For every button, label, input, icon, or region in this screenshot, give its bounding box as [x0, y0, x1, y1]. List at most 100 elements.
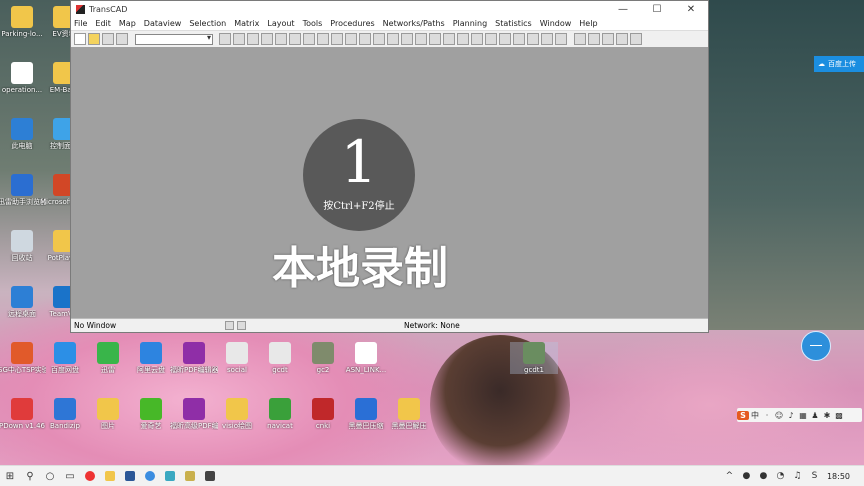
menu-layout[interactable]: Layout: [267, 19, 294, 28]
toolbar-tool-10-icon[interactable]: [345, 33, 357, 45]
taskbar-snip-icon[interactable]: [182, 468, 198, 484]
menu-matrix[interactable]: Matrix: [234, 19, 259, 28]
floating-assistant-ball[interactable]: [801, 331, 831, 361]
taskbar-word-icon[interactable]: [122, 468, 138, 484]
menu-networkspaths[interactable]: Networks/Paths: [383, 19, 445, 28]
layer-combo[interactable]: [135, 33, 213, 45]
punctuation-icon[interactable]: ·: [761, 411, 773, 420]
menu-dataview[interactable]: Dataview: [144, 19, 182, 28]
task-view-icon[interactable]: ▭: [62, 468, 78, 484]
tray-app1-icon[interactable]: ●: [740, 468, 753, 484]
desktop-icon[interactable]: 图片: [84, 398, 132, 430]
title-bar[interactable]: TransCAD — ☐ ✕: [71, 1, 708, 17]
toolbar-tool-30-icon[interactable]: [630, 33, 642, 45]
desktop-icon[interactable]: visio绘图: [213, 398, 261, 430]
menu-selection[interactable]: Selection: [189, 19, 226, 28]
toolbar-tool-9-icon[interactable]: [331, 33, 343, 45]
circle-icon[interactable]: ○: [42, 468, 58, 484]
ime-mode[interactable]: 中: [749, 410, 761, 421]
toolbar-tool-13-icon[interactable]: [387, 33, 399, 45]
desktop-icon[interactable]: 百度网盘: [41, 342, 89, 374]
toolbar-tool-17-icon[interactable]: [443, 33, 455, 45]
toolbar-tool-14-icon[interactable]: [401, 33, 413, 45]
taskbar-folder-icon[interactable]: [102, 468, 118, 484]
tools-icon[interactable]: ✱: [821, 411, 833, 420]
toolbar-tool-19-icon[interactable]: [471, 33, 483, 45]
desktop-icon[interactable]: navicat: [256, 398, 304, 430]
toolbar-tool-23-icon[interactable]: [527, 33, 539, 45]
keyboard-icon[interactable]: ▦: [797, 411, 809, 420]
toolbar-tool-4-icon[interactable]: [261, 33, 273, 45]
desktop-icon[interactable]: gcdt: [256, 342, 304, 374]
grid-icon[interactable]: ▩: [833, 411, 845, 420]
menu-window[interactable]: Window: [540, 19, 572, 28]
tray-ime-icon[interactable]: S: [808, 468, 821, 484]
status-btn-b-icon[interactable]: [237, 321, 246, 330]
taskbar-app-icon[interactable]: [162, 468, 178, 484]
tray-network-icon[interactable]: ◔: [774, 468, 787, 484]
windows-logo-icon[interactable]: ⊞: [2, 468, 18, 484]
save-icon[interactable]: [102, 33, 114, 45]
menu-planning[interactable]: Planning: [453, 19, 487, 28]
open-folder-icon[interactable]: [88, 33, 100, 45]
new-file-icon[interactable]: [74, 33, 86, 45]
desktop-icon[interactable]: Bandizip: [41, 398, 89, 430]
toolbar-tool-6-icon[interactable]: [289, 33, 301, 45]
taskbar-clock[interactable]: 18:50: [827, 472, 850, 481]
toolbar-tool-25-icon[interactable]: [555, 33, 567, 45]
print-icon[interactable]: [116, 33, 128, 45]
desktop-icon[interactable]: SG中心TSP实验助手: [0, 342, 46, 374]
tray-volume-icon[interactable]: ♫: [791, 468, 804, 484]
menu-help[interactable]: Help: [579, 19, 597, 28]
menu-file[interactable]: File: [74, 19, 87, 28]
emoji-icon[interactable]: ☺: [773, 411, 785, 420]
mic-icon[interactable]: ♪: [785, 411, 797, 420]
cloud-upload-button[interactable]: ☁ 百度上传: [814, 56, 864, 72]
toolbar-tool-21-icon[interactable]: [499, 33, 511, 45]
toolbar-tool-28-icon[interactable]: [602, 33, 614, 45]
menu-procedures[interactable]: Procedures: [330, 19, 374, 28]
taskbar-chrome-icon[interactable]: [82, 468, 98, 484]
desktop-icon[interactable]: gc2: [299, 342, 347, 374]
desktop-icon[interactable]: cnki: [299, 398, 347, 430]
toolbar-tool-27-icon[interactable]: [588, 33, 600, 45]
minimize-button[interactable]: —: [606, 4, 640, 15]
toolbar-tool-12-icon[interactable]: [373, 33, 385, 45]
toolbar-tool-3-icon[interactable]: [247, 33, 259, 45]
toolbar-tool-24-icon[interactable]: [541, 33, 553, 45]
toolbar-tool-26-icon[interactable]: [574, 33, 586, 45]
desktop-icon[interactable]: social: [213, 342, 261, 374]
toolbar-tool-1-icon[interactable]: [219, 33, 231, 45]
maximize-button[interactable]: ☐: [640, 4, 674, 15]
desktop-icon[interactable]: 黑曼巴解压: [385, 398, 433, 430]
toolbar-tool-16-icon[interactable]: [429, 33, 441, 45]
toolbar-tool-2-icon[interactable]: [233, 33, 245, 45]
toolbar-tool-22-icon[interactable]: [513, 33, 525, 45]
menu-statistics[interactable]: Statistics: [495, 19, 532, 28]
sogou-logo-icon[interactable]: S: [737, 410, 749, 420]
taskbar-transcad-icon[interactable]: [202, 468, 218, 484]
desktop-icon[interactable]: PDown v1.46: [0, 398, 46, 430]
desktop-icon[interactable]: 爱奇艺: [127, 398, 175, 430]
toolbar-tool-20-icon[interactable]: [485, 33, 497, 45]
desktop-icon[interactable]: ASN_LINK...: [342, 342, 390, 374]
menu-edit[interactable]: Edit: [95, 19, 111, 28]
taskbar-edge-icon[interactable]: [142, 468, 158, 484]
menu-map[interactable]: Map: [119, 19, 136, 28]
desktop-icon[interactable]: 黑曼巴压缩: [342, 398, 390, 430]
desktop-icon[interactable]: 福昕PDF编辑器: [170, 342, 218, 374]
desktop-icon[interactable]: 福昕高级PDF编辑器: [170, 398, 218, 430]
menu-tools[interactable]: Tools: [303, 19, 323, 28]
toolbar-tool-5-icon[interactable]: [275, 33, 287, 45]
toolbar-tool-11-icon[interactable]: [359, 33, 371, 45]
toolbar-tool-18-icon[interactable]: [457, 33, 469, 45]
skin-icon[interactable]: ♟: [809, 411, 821, 420]
tray-app2-icon[interactable]: ●: [757, 468, 770, 484]
toolbar-tool-29-icon[interactable]: [616, 33, 628, 45]
desktop-icon[interactable]: 迅雷: [84, 342, 132, 374]
close-button[interactable]: ✕: [674, 4, 708, 15]
search-icon[interactable]: ⚲: [22, 468, 38, 484]
toolbar-tool-8-icon[interactable]: [317, 33, 329, 45]
desktop-icon[interactable]: gcdt1: [510, 342, 558, 374]
desktop-icon[interactable]: 阿里云盘: [127, 342, 175, 374]
